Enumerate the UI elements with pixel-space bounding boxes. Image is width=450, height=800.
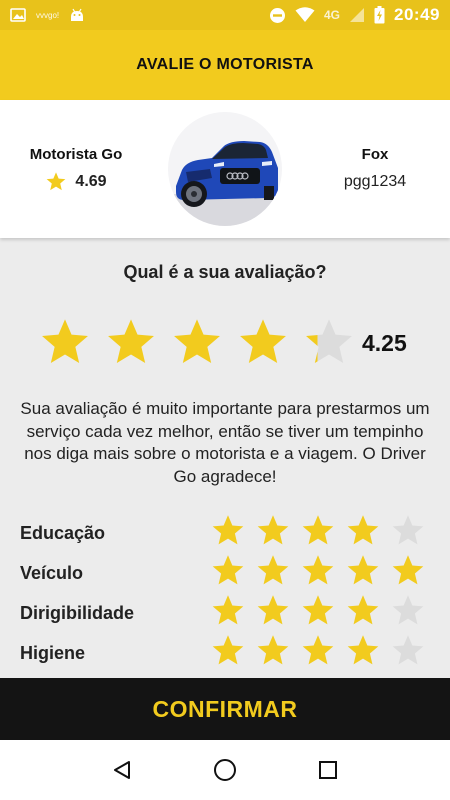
recents-icon (318, 760, 338, 780)
star-icon[interactable] (210, 513, 246, 549)
star-icon[interactable] (210, 593, 246, 629)
overall-rating-value: 4.25 (362, 330, 407, 356)
android-icon (69, 7, 85, 23)
criteria-stars[interactable] (210, 593, 426, 629)
star-icon[interactable] (255, 553, 291, 589)
star-icon[interactable] (300, 633, 336, 669)
page-title: AVALIE O MOTORISTA (136, 56, 314, 73)
star-icon[interactable] (38, 316, 92, 370)
gallery-icon (10, 8, 26, 22)
criteria-label: Dirigibilidade (20, 603, 135, 623)
overall-rating-stars[interactable] (38, 316, 356, 370)
car-plate: pgg1234 (343, 173, 407, 190)
confirm-button[interactable]: CONFIRMAR (0, 678, 450, 740)
star-icon[interactable] (390, 633, 426, 669)
star-icon (45, 171, 67, 193)
star-icon[interactable] (390, 593, 426, 629)
star-icon[interactable] (170, 316, 224, 370)
signal-icon (349, 7, 365, 23)
star-icon[interactable] (345, 513, 381, 549)
star-icon[interactable] (300, 553, 336, 589)
criteria-row: Educação (0, 513, 450, 553)
star-icon[interactable] (255, 593, 291, 629)
star-icon[interactable] (345, 593, 381, 629)
status-left: vvvgo! (10, 7, 85, 23)
criteria-row: Veículo (0, 553, 450, 593)
car-photo (168, 112, 282, 226)
status-time: 20:49 (394, 5, 440, 24)
car-info: Fox pgg1234 (320, 146, 430, 191)
feedback-message: Sua avaliação é muito importante para pr… (20, 399, 430, 486)
network-type: 4G (324, 8, 341, 22)
criteria-stars[interactable] (210, 633, 426, 669)
star-icon[interactable] (345, 633, 381, 669)
driver-rating-value: 4.69 (75, 173, 107, 190)
star-icon[interactable] (300, 513, 336, 549)
driver-card: Motorista Go 4.69 Fox pgg1234 (0, 100, 450, 238)
driver-info: Motorista Go 4.69 (20, 146, 132, 193)
criteria-list: Educação Veículo Dirigibilidade Higiene (0, 513, 450, 673)
home-icon (213, 758, 237, 782)
wifi-icon (295, 7, 315, 23)
criteria-stars[interactable] (210, 553, 426, 589)
criteria-row: Dirigibilidade (0, 593, 450, 633)
status-right: 4G 20:49 (269, 5, 440, 25)
back-button[interactable] (102, 750, 142, 790)
star-icon[interactable] (255, 633, 291, 669)
system-nav-bar (0, 740, 450, 800)
star-icon[interactable] (236, 316, 290, 370)
criteria-row: Higiene (0, 633, 450, 673)
star-icon[interactable] (302, 316, 356, 370)
star-icon[interactable] (210, 553, 246, 589)
criteria-label: Educação (20, 523, 106, 543)
recents-button[interactable] (308, 750, 348, 790)
battery-charging-icon (374, 6, 385, 24)
criteria-label: Veículo (20, 563, 84, 583)
star-icon[interactable] (255, 513, 291, 549)
rating-question: Qual é a sua avaliação? (123, 262, 327, 282)
app-header: AVALIE O MOTORISTA (0, 30, 450, 100)
criteria-stars[interactable] (210, 513, 426, 549)
driver-name: Motorista Go (29, 146, 123, 163)
star-icon[interactable] (210, 633, 246, 669)
star-icon[interactable] (390, 513, 426, 549)
home-button[interactable] (205, 750, 245, 790)
driver-rating: 4.69 (20, 171, 132, 193)
status-bar: vvvgo! 4G 20:49 (0, 0, 450, 30)
car-model: Fox (361, 146, 389, 163)
star-icon[interactable] (104, 316, 158, 370)
star-icon[interactable] (345, 553, 381, 589)
confirm-label: CONFIRMAR (152, 695, 298, 722)
app-notification-text: vvvgo! (36, 10, 60, 20)
do-not-disturb-icon (269, 7, 286, 24)
star-icon[interactable] (300, 593, 336, 629)
star-icon[interactable] (390, 553, 426, 589)
criteria-label: Higiene (20, 643, 86, 663)
back-icon (111, 759, 133, 781)
